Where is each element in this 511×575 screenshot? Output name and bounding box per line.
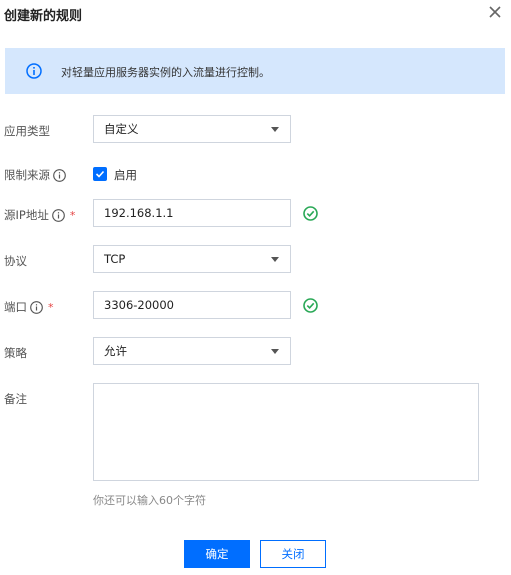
- check-circle-icon: [303, 206, 318, 221]
- app-type-select[interactable]: 自定义: [93, 115, 291, 143]
- required-mark: *: [69, 208, 76, 222]
- check-circle-icon: [303, 298, 318, 313]
- source-ip-label: 源IP地址 *: [4, 208, 76, 222]
- info-notice: 对轻量应用服务器实例的入流量进行控制。: [5, 48, 505, 94]
- port-label: 端口 *: [4, 300, 54, 314]
- remark-textarea[interactable]: [93, 383, 479, 481]
- policy-value: 允许: [104, 344, 127, 358]
- close-button[interactable]: 关闭: [260, 540, 326, 568]
- confirm-button[interactable]: 确定: [184, 540, 250, 568]
- source-limit-label: 限制来源: [4, 167, 66, 183]
- source-ip-value: 192.168.1.1: [104, 206, 174, 220]
- protocol-value: TCP: [104, 252, 126, 266]
- info-icon: [26, 63, 42, 79]
- app-type-value: 自定义: [104, 122, 139, 136]
- source-limit-checkbox[interactable]: [93, 167, 107, 181]
- required-mark: *: [48, 300, 54, 314]
- help-icon[interactable]: [51, 208, 65, 222]
- policy-select[interactable]: 允许: [93, 337, 291, 365]
- help-icon[interactable]: [30, 300, 43, 314]
- create-rule-dialog: 创建新的规则 对轻量应用服务器实例的入流量进行控制。 应用类型 自定义 限制来源…: [0, 0, 511, 575]
- remark-label: 备注: [4, 392, 27, 406]
- close-icon[interactable]: [487, 4, 503, 20]
- source-limit-checkbox-label[interactable]: 启用: [114, 167, 137, 183]
- protocol-label: 协议: [4, 254, 27, 268]
- dialog-title: 创建新的规则: [4, 9, 83, 24]
- app-type-label: 应用类型: [4, 124, 50, 138]
- port-value: 3306-20000: [104, 298, 174, 312]
- protocol-select[interactable]: TCP: [93, 245, 291, 273]
- remark-hint: 你还可以输入60个字符: [93, 494, 206, 507]
- chevron-down-icon: [271, 257, 279, 262]
- help-icon[interactable]: [53, 168, 66, 182]
- chevron-down-icon: [271, 349, 279, 354]
- notice-text: 对轻量应用服务器实例的入流量进行控制。: [61, 66, 270, 79]
- chevron-down-icon: [271, 127, 279, 132]
- policy-label: 策略: [4, 346, 27, 360]
- port-input[interactable]: 3306-20000: [93, 291, 291, 319]
- source-ip-input[interactable]: 192.168.1.1: [93, 199, 291, 227]
